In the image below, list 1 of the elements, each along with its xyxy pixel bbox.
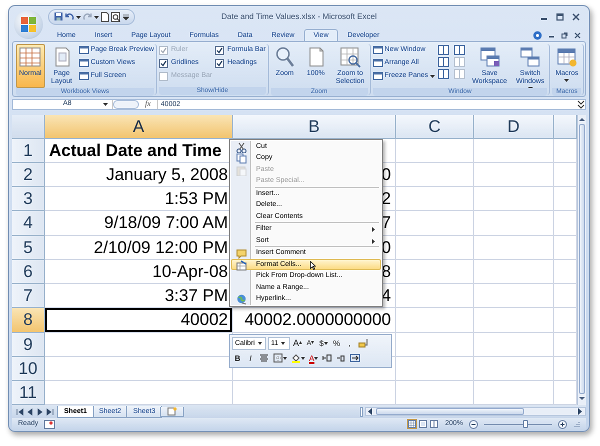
window-title: Date and Time Values.xlsx - Microsoft Excel [221, 12, 377, 21]
